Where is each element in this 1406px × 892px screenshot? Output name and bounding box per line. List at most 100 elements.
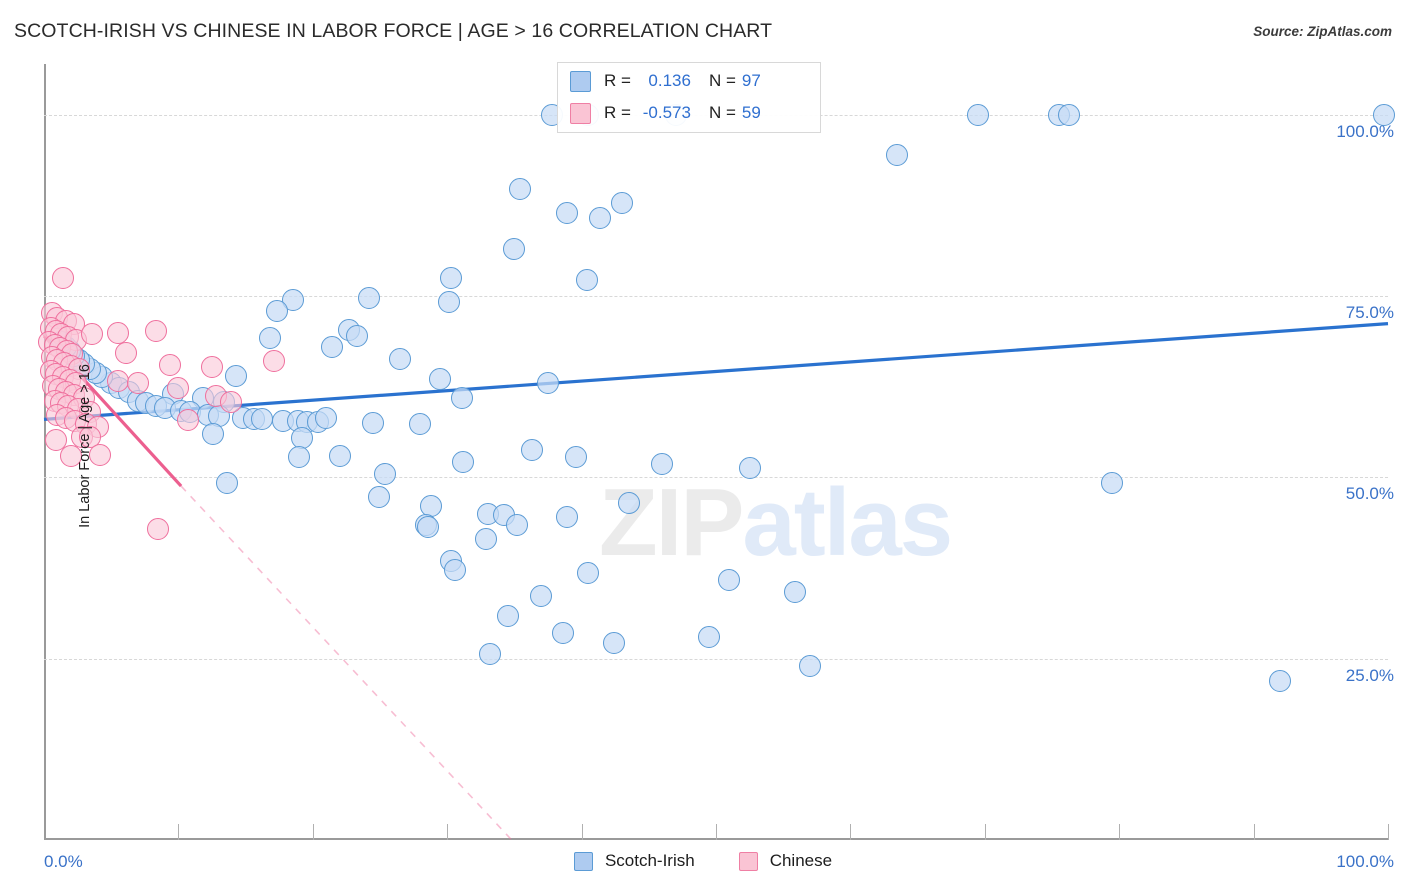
scatter-point[interactable] [450, 386, 473, 409]
scatter-point[interactable] [250, 408, 273, 431]
scatter-point[interactable] [114, 341, 137, 364]
scatter-point[interactable] [444, 559, 467, 582]
scatter-point[interactable] [328, 444, 351, 467]
stats-r-label-blue: R = [604, 71, 631, 90]
stats-n-value-pink: 59 [741, 103, 761, 122]
legend-label-scotch-irish: Scotch-Irish [604, 851, 695, 870]
stats-row-chinese: R = -0.573 N = 59 [570, 99, 820, 127]
scatter-point[interactable] [503, 237, 526, 260]
y-axis-tick-label: 50.0% [1345, 484, 1394, 504]
scatter-point[interactable] [215, 472, 238, 495]
legend-swatch-icon-chinese [738, 851, 758, 871]
stats-row-scotch-irish: R = 0.136 N = 97 [570, 67, 820, 95]
scatter-point[interactable] [201, 356, 223, 379]
scatter-point[interactable] [530, 585, 553, 608]
y-axis-tick-label: 100.0% [1336, 121, 1394, 141]
x-axis-tick [1388, 824, 1389, 840]
scatter-point[interactable] [417, 515, 440, 538]
scatter-point[interactable] [1058, 103, 1081, 126]
scatter-point[interactable] [409, 412, 432, 435]
scatter-point[interactable] [176, 409, 199, 432]
legend-swatch-icon-scotch-irish [573, 851, 593, 871]
legend-label-chinese: Chinese [769, 851, 833, 870]
scatter-point[interactable] [551, 622, 574, 645]
scatter-point[interactable] [479, 642, 502, 665]
scatter-point[interactable] [967, 103, 990, 126]
scatter-point[interactable] [81, 322, 104, 345]
scatter-point[interactable] [784, 580, 807, 603]
scatter-point[interactable] [51, 266, 74, 289]
scatter-point[interactable] [589, 207, 612, 230]
scatter-point[interactable] [520, 438, 543, 461]
scatter-point[interactable] [367, 485, 390, 508]
scatter-point[interactable] [429, 368, 452, 391]
scatter-point[interactable] [496, 604, 519, 627]
scatter-point[interactable] [225, 364, 248, 387]
y-axis-title: In Labor Force | Age > 16 [76, 364, 93, 528]
scatter-point[interactable] [167, 377, 190, 400]
scatter-point[interactable] [799, 654, 822, 677]
scatter-point[interactable] [718, 568, 741, 591]
scatter-point[interactable] [106, 369, 129, 392]
source-attribution: Source: ZipAtlas.com [1253, 24, 1392, 39]
scatter-point[interactable] [575, 269, 598, 292]
scatter-point[interactable] [508, 177, 531, 200]
square-swatch-icon-blue [570, 70, 591, 92]
scatter-point[interactable] [1101, 472, 1124, 495]
scatter-point[interactable] [651, 453, 674, 476]
scatter-point[interactable] [738, 456, 761, 479]
scatter-point[interactable] [219, 390, 242, 413]
scatter-point[interactable] [1269, 670, 1292, 693]
stats-r-label-pink: R = [604, 103, 631, 122]
square-swatch-icon-pink [570, 102, 591, 124]
scatter-point[interactable] [565, 446, 588, 469]
trendlines [42, 322, 1389, 841]
y-axis-tick-label: 25.0% [1345, 665, 1394, 685]
scatter-point[interactable] [320, 335, 343, 358]
scatter-point[interactable] [555, 201, 578, 224]
scatter-point[interactable] [265, 299, 288, 322]
plot-area: ZIPatlas [38, 64, 1395, 841]
stats-r-value-pink: -0.573 [642, 103, 691, 122]
series-legend: Scotch-Irish Chinese [0, 851, 1406, 871]
trendline-extension-chinese [180, 485, 513, 841]
x-axis-max-label: 100.0% [1336, 852, 1394, 871]
scatter-point[interactable] [258, 327, 281, 350]
stats-n-label-pink: N = [708, 103, 736, 122]
y-axis-tick-label: 75.0% [1345, 303, 1394, 323]
scatter-point[interactable] [452, 451, 475, 474]
scatter-point[interactable] [262, 349, 285, 372]
scatter-point[interactable] [144, 319, 167, 342]
scatter-point[interactable] [602, 632, 625, 655]
scatter-point[interactable] [147, 517, 170, 540]
scatter-point[interactable] [437, 290, 460, 313]
scatter-point[interactable] [610, 192, 633, 215]
scatter-point[interactable] [506, 513, 529, 536]
legend-item-chinese[interactable]: Chinese [738, 851, 833, 871]
scatter-point[interactable] [886, 143, 909, 166]
scatter-point[interactable] [577, 562, 600, 585]
scatter-point[interactable] [288, 446, 311, 469]
correlation-stats-box: R = 0.136 N = 97 R = -0.573 N = 59 [557, 62, 821, 133]
page-title: SCOTCH-IRISH VS CHINESE IN LABOR FORCE |… [14, 20, 773, 42]
scatter-point[interactable] [617, 491, 640, 514]
scatter-point[interactable] [698, 625, 721, 648]
scatter-point[interactable] [374, 462, 397, 485]
scatter-point[interactable] [537, 372, 559, 395]
stats-r-value-blue: 0.136 [648, 71, 691, 90]
scatter-point[interactable] [315, 406, 338, 429]
scatter-point[interactable] [389, 348, 412, 371]
scatter-point[interactable] [475, 528, 498, 551]
stats-n-label-blue: N = [708, 71, 736, 90]
scatter-point[interactable] [358, 286, 381, 309]
scatter-point[interactable] [440, 266, 463, 289]
legend-item-scotch-irish[interactable]: Scotch-Irish [573, 851, 695, 871]
scatter-point[interactable] [362, 411, 385, 434]
scatter-point[interactable] [159, 353, 182, 376]
scatter-point[interactable] [346, 324, 369, 347]
scatter-point[interactable] [127, 372, 150, 395]
chart-page: SCOTCH-IRISH VS CHINESE IN LABOR FORCE |… [0, 0, 1406, 892]
scatter-point[interactable] [202, 422, 225, 445]
x-axis-min-label: 0.0% [44, 852, 83, 871]
scatter-point[interactable] [555, 505, 578, 528]
